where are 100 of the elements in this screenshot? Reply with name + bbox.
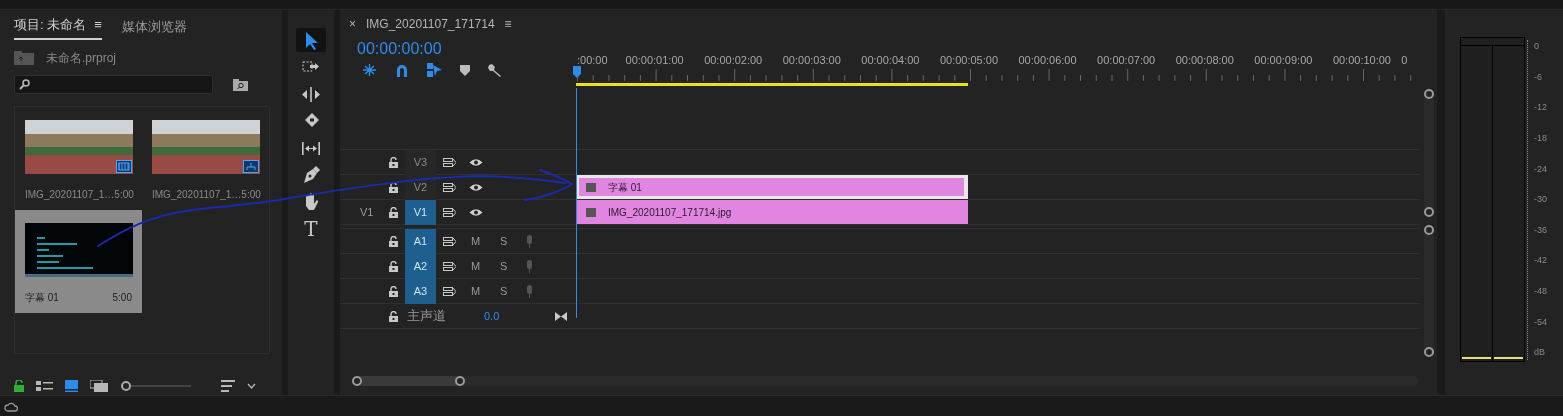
ruler-time-label: 0 xyxy=(1401,53,1409,68)
clip-name: 字幕 01 xyxy=(608,180,642,195)
panel-menu-button[interactable]: ≡ xyxy=(504,15,512,33)
meter-scale-label: -24 xyxy=(1534,162,1547,176)
track-name: 主声道 xyxy=(407,307,446,326)
meter-scale-label: -42 xyxy=(1534,254,1547,268)
ruler-time-label: 00:00:07:00 xyxy=(1096,53,1157,68)
solo-toggle[interactable]: S xyxy=(500,257,508,275)
item-duration: 5:00 xyxy=(114,188,134,202)
lock-icon[interactable] xyxy=(389,310,398,322)
effects-badge-icon xyxy=(586,207,596,217)
sync-lock-icon[interactable] xyxy=(443,206,456,218)
sync-lock-icon[interactable] xyxy=(443,235,456,247)
track-target[interactable]: A2 xyxy=(405,253,436,279)
ruler-time-label: 00:00:02:00 xyxy=(703,53,764,68)
meter-scale-label: -12 xyxy=(1534,101,1547,115)
eye-icon[interactable] xyxy=(469,182,483,192)
sync-lock-icon[interactable] xyxy=(443,260,456,272)
lock-icon[interactable] xyxy=(389,181,398,193)
ruler-time-label: 00:00:10:00 xyxy=(1331,53,1392,68)
close-button[interactable]: × xyxy=(349,15,356,33)
ruler-time-label: 00:00:04:00 xyxy=(860,53,921,68)
lock-icon[interactable] xyxy=(389,260,398,272)
lock-icon[interactable] xyxy=(389,156,398,168)
timeline-clip[interactable]: IMG_20201107_171714.jpg xyxy=(576,200,968,224)
pen-icon xyxy=(301,165,321,185)
item-name: IMG_20201107_1… xyxy=(152,188,242,202)
magnet-icon[interactable] xyxy=(395,63,409,77)
timeline-clip[interactable]: 字幕 01 xyxy=(576,175,968,199)
search-field[interactable] xyxy=(14,75,213,94)
ruler-time-label: 00:00:09:00 xyxy=(1253,53,1314,68)
playhead-marker-icon[interactable] xyxy=(573,66,581,78)
freeform-view-icon[interactable] xyxy=(90,380,109,392)
ruler-time-label: 00:00:03:00 xyxy=(781,53,842,68)
meter-scale-label: -54 xyxy=(1534,315,1547,329)
linked-selection-icon[interactable] xyxy=(427,63,442,77)
scrollbar[interactable] xyxy=(1423,225,1434,357)
sort-icon[interactable] xyxy=(221,380,235,392)
wrench-icon[interactable] xyxy=(488,63,502,77)
film-badge-icon xyxy=(116,160,132,173)
nest-icon[interactable] xyxy=(362,63,377,77)
panel-tab[interactable]: 媒体浏览器 xyxy=(121,16,187,40)
media-item[interactable]: IMG_20201107_1…5:00 xyxy=(15,107,142,210)
ruler-time-label: 00:00:08:00 xyxy=(1174,53,1235,68)
volume-value[interactable]: 0.0 xyxy=(484,307,500,325)
source-patch[interactable]: V1 xyxy=(360,203,380,221)
sync-lock-icon[interactable] xyxy=(443,181,456,193)
type-tool[interactable]: T xyxy=(296,217,326,241)
work-area-bar[interactable] xyxy=(576,82,968,86)
list-view-icon[interactable] xyxy=(36,380,53,392)
track-target[interactable]: V1 xyxy=(405,199,436,225)
marker-icon[interactable] xyxy=(460,64,470,76)
lock-icon[interactable] xyxy=(389,285,398,297)
icon-view-icon[interactable] xyxy=(65,380,78,392)
meter-scale-label: 0 xyxy=(1534,40,1540,53)
project-file-name: 未命名.prproj xyxy=(46,50,116,67)
lock-icon[interactable] xyxy=(389,235,398,247)
item-name: IMG_20201107_1… xyxy=(25,188,115,202)
lock-icon[interactable] xyxy=(389,206,398,218)
meter-scale-label: -6 xyxy=(1534,70,1543,84)
mute-toggle[interactable]: M xyxy=(471,282,481,300)
ruler-time-label: 00:00:05:00 xyxy=(938,53,1000,68)
track-target[interactable]: A1 xyxy=(405,228,436,254)
lock-icon[interactable] xyxy=(14,380,24,392)
panel-tab[interactable]: 项目: 未命名 ≡ xyxy=(14,14,102,40)
sync-lock-icon[interactable] xyxy=(443,156,456,168)
scrollbar[interactable] xyxy=(352,376,1418,386)
media-item[interactable]: 字幕 01 5:00 xyxy=(15,210,142,313)
bowtie-icon[interactable] xyxy=(555,311,567,321)
item-name: 字幕 01 xyxy=(25,291,59,305)
ripple-edit-icon xyxy=(301,84,321,104)
mute-toggle[interactable]: M xyxy=(471,232,481,250)
ruler-time-label: :00:00 xyxy=(576,53,609,68)
creative-cloud-icon[interactable] xyxy=(4,400,18,412)
media-item[interactable]: IMG_20201107_1…5:00 xyxy=(142,107,269,210)
effects-badge-icon xyxy=(586,182,596,192)
selection-tool-tool[interactable] xyxy=(296,28,326,52)
sequence-tab[interactable]: IMG_20201107_171714 xyxy=(366,15,495,33)
solo-toggle[interactable]: S xyxy=(500,232,508,250)
clip-name: IMG_20201107_171714.jpg xyxy=(608,205,732,220)
meter-scale-label: dB xyxy=(1534,346,1546,360)
playhead-timecode[interactable]: 00:00:00:00 xyxy=(357,40,576,58)
ruler-time-label: 00:00:01:00 xyxy=(624,53,685,68)
meter-scale-label: -30 xyxy=(1534,193,1547,207)
track-target[interactable]: A3 xyxy=(405,278,436,304)
zoom-slider[interactable] xyxy=(121,380,191,392)
slider-thumb[interactable] xyxy=(121,381,131,391)
chevron-down-icon[interactable] xyxy=(247,383,256,389)
meter-scale-label: -18 xyxy=(1534,131,1547,145)
eye-icon[interactable] xyxy=(469,207,483,217)
search-icon xyxy=(19,79,30,90)
sequence-badge-icon xyxy=(243,160,259,173)
search-bin-icon[interactable] xyxy=(233,78,248,91)
eye-icon[interactable] xyxy=(469,157,483,167)
mute-toggle[interactable]: M xyxy=(471,257,481,275)
item-duration: 5:00 xyxy=(112,291,132,305)
solo-toggle[interactable]: S xyxy=(500,282,508,300)
track-target[interactable]: V3 xyxy=(405,149,436,175)
scrollbar[interactable] xyxy=(1423,89,1434,217)
sync-lock-icon[interactable] xyxy=(443,285,456,297)
